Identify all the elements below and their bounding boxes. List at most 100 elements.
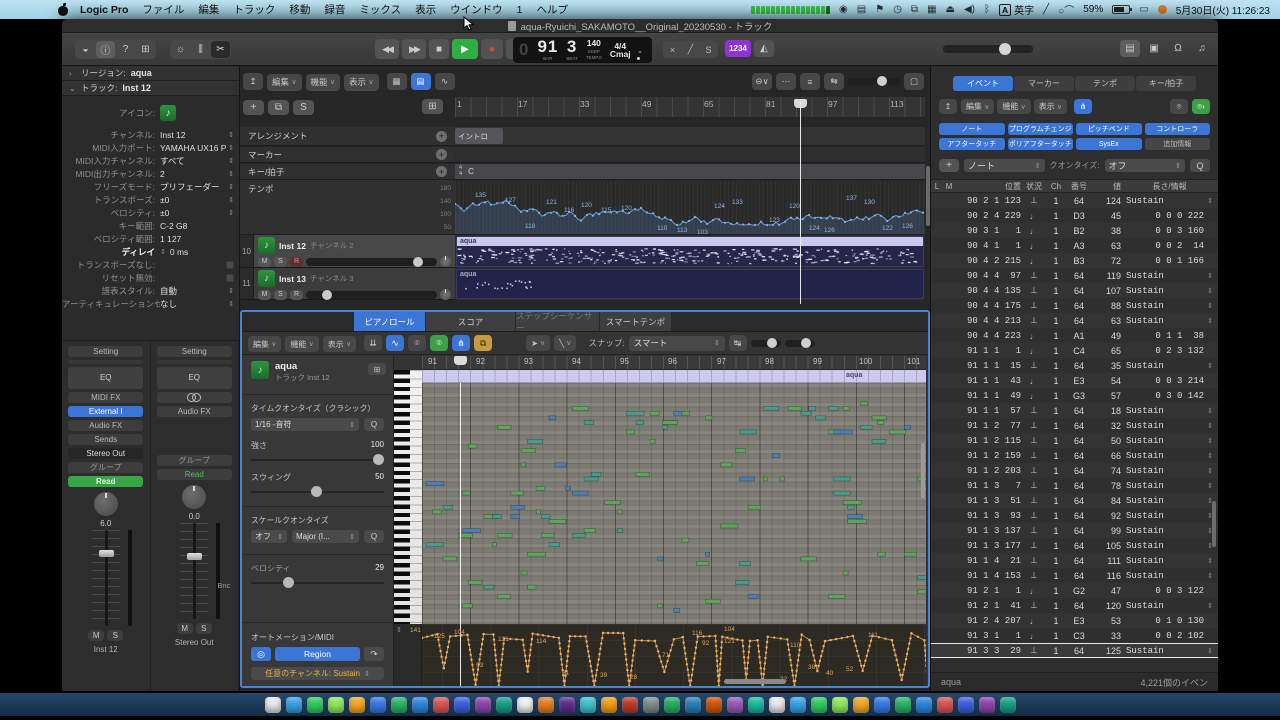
param-value[interactable]: C-2 G8 (160, 221, 234, 231)
pointer-tool-select[interactable]: ➤ ∨ (526, 335, 550, 351)
event-filter-chip[interactable]: アフタータッチ (939, 138, 1005, 150)
list-tab[interactable]: キー/拍子 (1136, 76, 1196, 91)
event-position[interactable]: 90 4 4 223 (955, 331, 1021, 341)
stop-button[interactable]: ■ (429, 39, 449, 59)
velocity-slider[interactable] (251, 577, 384, 588)
automation-mode-button[interactable]: Read (157, 469, 232, 480)
event-channel[interactable]: 1 (1047, 631, 1065, 641)
scale-root-select[interactable]: オフ⇕ (251, 530, 287, 543)
track-lane-10[interactable]: aqua (455, 235, 925, 268)
arrangement-marker[interactable]: イントロ (455, 128, 503, 144)
sends-slot[interactable]: Sends (68, 434, 143, 445)
add-event-button[interactable]: + (939, 159, 959, 172)
event-number[interactable]: A3 (1065, 241, 1093, 251)
toolbar-toggle-icon[interactable]: ⊞ (136, 41, 155, 58)
note-pads-icon[interactable]: ▣ (1144, 40, 1164, 57)
dock-app-icon[interactable] (370, 697, 386, 713)
event-length[interactable]: Sustain (1121, 481, 1164, 491)
stepper-icon[interactable]: ⇕ (228, 300, 234, 308)
scale-mode-select[interactable]: Major (I...⇕ (292, 530, 359, 543)
event-length[interactable]: Sustain (1121, 286, 1164, 296)
smart-controls-icon[interactable]: ☼ (171, 41, 190, 58)
event-row[interactable]: 90 4 1 1 1 A3 63 0 0 2 14⇕ (931, 238, 1218, 253)
spotlight-search-icon[interactable]: ○⌒ (1058, 2, 1074, 17)
menu-item[interactable]: トラック (233, 4, 275, 16)
event-length[interactable]: 0 0 2 102 (1121, 631, 1218, 641)
stepper-icon[interactable]: ⇕ (228, 144, 234, 152)
event-length[interactable]: Sustain (1121, 646, 1164, 656)
region-strip[interactable]: aqua (422, 370, 926, 383)
event-length[interactable]: Sustain (1121, 451, 1164, 461)
editors-scissors-icon[interactable]: ✂ (211, 41, 230, 58)
event-row[interactable]: 90 4 2 215 1 B3 72 0 0 1 166⇕ (931, 253, 1218, 268)
param-row[interactable]: トランスポーズ: ⇕ ±0 ⇕ (62, 193, 239, 206)
stepper-icon[interactable]: ⇕ (1207, 197, 1218, 205)
event-row[interactable]: 90 4 4 213 1 64 63 Sustain⇕ (931, 313, 1218, 328)
editor-tab[interactable]: スコア (426, 312, 516, 331)
param-value[interactable]: すべて (160, 155, 228, 167)
automation-mode-button[interactable]: Read (68, 476, 143, 487)
dock-app-icon[interactable] (622, 697, 638, 713)
event-number[interactable]: 64 (1065, 361, 1093, 371)
event-channel[interactable]: 1 (1047, 316, 1065, 326)
add-track-button[interactable]: + (243, 100, 264, 115)
play-button[interactable]: ▶ (452, 39, 478, 59)
track-list-view-icon[interactable]: ▤ (411, 73, 431, 90)
time-quantize-select[interactable]: 1/16 -音符⇕ (251, 418, 359, 431)
global-track-arrangement[interactable]: アレンジメント + (240, 127, 455, 146)
disclosure-down-icon[interactable]: ⌄ (69, 84, 76, 93)
event-number[interactable]: 64 (1065, 556, 1093, 566)
event-value[interactable]: 84 (1093, 496, 1121, 506)
event-position[interactable]: 91 1 1 57 (955, 406, 1021, 416)
list-tab[interactable]: テンポ (1075, 76, 1135, 91)
event-number[interactable]: 64 (1065, 406, 1093, 416)
event-position[interactable]: 91 1 4 153 (955, 571, 1021, 581)
event-channel[interactable]: 1 (1047, 241, 1065, 251)
dock-app-icon[interactable] (265, 697, 281, 713)
dock-app-icon[interactable] (475, 697, 491, 713)
stepper-icon[interactable]: ⇕ (1207, 482, 1218, 490)
param-value[interactable]: Inst 12 (160, 130, 228, 140)
solo-button[interactable]: S (107, 630, 123, 641)
waveform-zoom-icon[interactable]: ⇆ (824, 73, 844, 90)
mute-button[interactable]: M (258, 257, 271, 267)
automation-power-button[interactable]: ◎ (251, 647, 271, 661)
event-row[interactable]: 90 4 4 223 1 A1 49 0 1 1 38⇕ (931, 328, 1218, 343)
event-number[interactable]: 64 (1065, 466, 1093, 476)
quick-help-icon[interactable]: ? (116, 41, 135, 58)
col-status[interactable]: 状況 (1021, 181, 1047, 192)
stepper-icon[interactable]: ⇕ (1207, 647, 1218, 655)
event-row[interactable]: 91 1 1 43 1 E3 54 0 0 3 214⇕ (931, 373, 1218, 388)
event-channel[interactable]: 1 (1047, 571, 1065, 581)
param-row[interactable]: MIDI入力チャンネル: ⇕ すべて ⇕ (62, 154, 239, 167)
event-value[interactable]: 120 (1093, 601, 1121, 611)
dock-app-icon[interactable] (517, 697, 533, 713)
event-channel[interactable]: 1 (1047, 556, 1065, 566)
track-volume-slider[interactable] (306, 258, 437, 266)
event-filter-chip[interactable]: ピッチベンド (1076, 123, 1142, 135)
event-row[interactable]: 91 1 3 93 1 64 92 Sustain⇕ (931, 508, 1218, 523)
track-icon[interactable]: ♪ (258, 270, 275, 287)
stepper-icon[interactable]: ⇕ (228, 157, 234, 165)
dock-app-icon[interactable] (307, 697, 323, 713)
horizontal-zoom-slider[interactable] (848, 78, 900, 85)
pan-knob[interactable] (94, 492, 118, 516)
event-row[interactable]: 91 1 3 7 1 64 78 Sustain⇕ (931, 478, 1218, 493)
note-grid[interactable] (422, 383, 926, 624)
event-row[interactable]: 91 2 1 41 1 64 120 Sustain⇕ (931, 598, 1218, 613)
event-position[interactable]: 91 1 1 1 (955, 346, 1021, 356)
param-value[interactable]: YAMAHA UX16 P… (160, 143, 228, 153)
stepper-icon[interactable]: ⇕ (228, 170, 234, 178)
event-length[interactable]: Sustain (1121, 571, 1164, 581)
menu-bar-clock[interactable]: 5月30日(火) 11:26:23 (1176, 2, 1270, 17)
quantize-apply-button[interactable]: Q (364, 530, 384, 543)
event-channel[interactable]: 1 (1047, 391, 1065, 401)
event-length[interactable]: 0 1 0 130 (1121, 616, 1218, 626)
event-channel[interactable]: 1 (1047, 481, 1065, 491)
mute-button[interactable]: M (177, 623, 193, 634)
event-number[interactable]: A1 (1065, 331, 1093, 341)
stepper-icon[interactable]: ⇕ (228, 209, 234, 217)
app-menu[interactable]: Logic Pro (80, 4, 128, 16)
event-number[interactable]: G3 (1065, 391, 1093, 401)
audio-fx-slot[interactable]: Audio FX (157, 406, 232, 417)
